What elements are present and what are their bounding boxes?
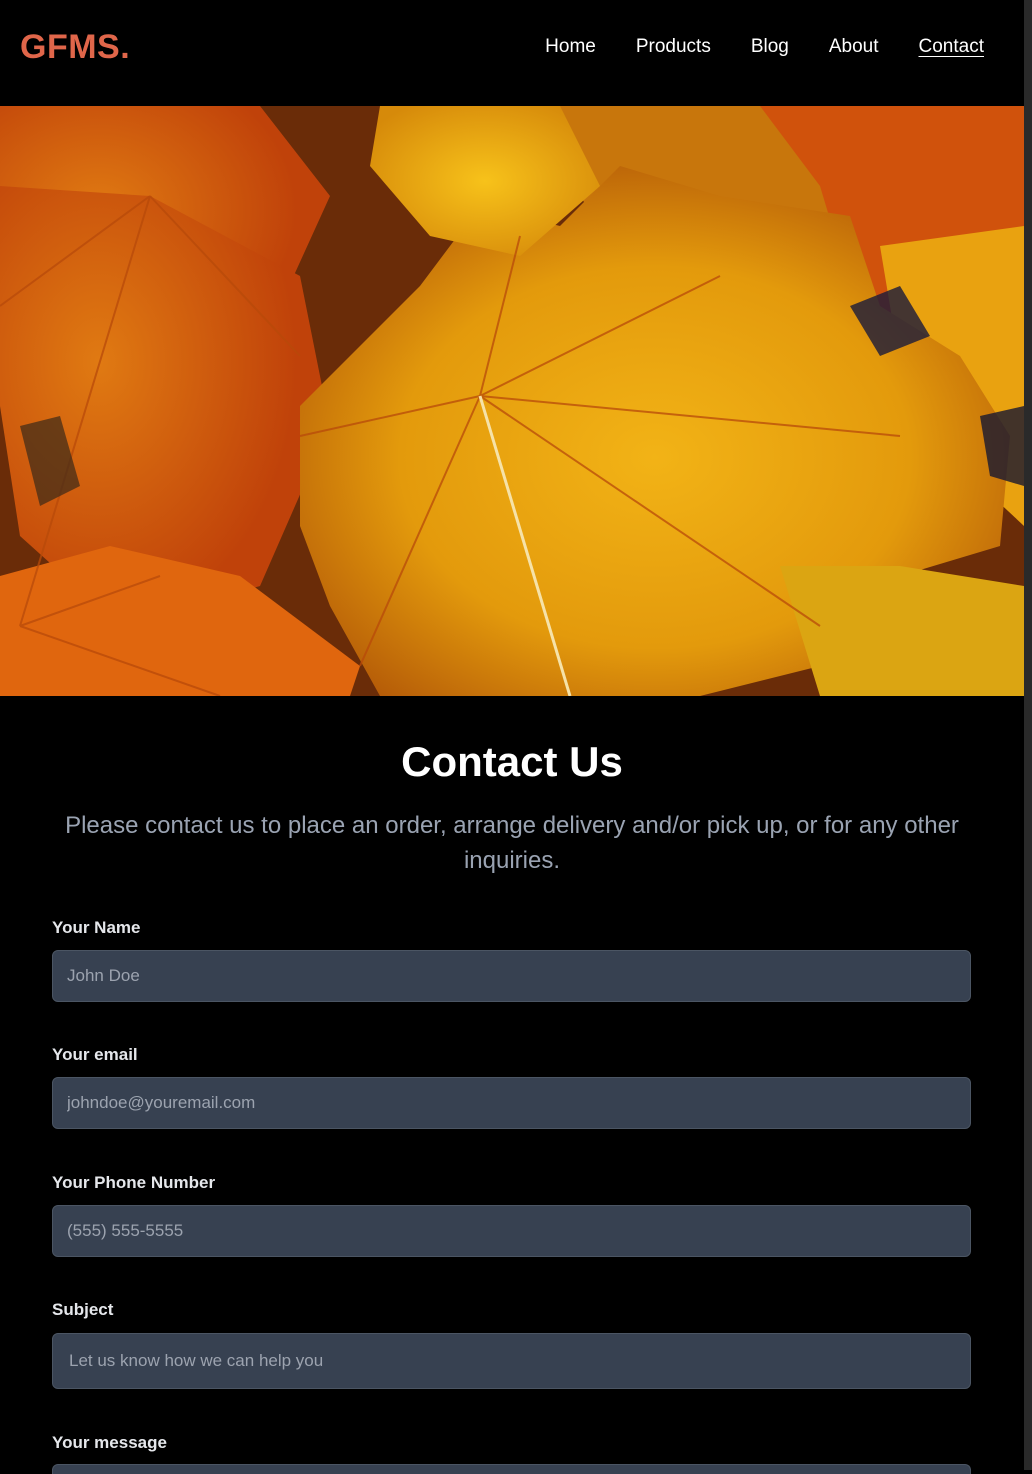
phone-label: Your Phone Number: [52, 1173, 216, 1192]
main-nav: Home Products Blog About Contact: [545, 36, 984, 58]
hero-image: [0, 106, 1024, 696]
nav-products-link[interactable]: Products: [636, 36, 711, 58]
page-scrollbar[interactable]: [1024, 0, 1032, 1470]
nav-about-link[interactable]: About: [829, 36, 879, 58]
brand-logo[interactable]: GFMS.: [20, 28, 130, 67]
site-header: GFMS. Home Products Blog About Contact: [0, 0, 1024, 106]
page-title: Contact Us: [401, 738, 623, 785]
nav-blog-link[interactable]: Blog: [751, 36, 789, 58]
nav-contact-link[interactable]: Contact: [919, 36, 984, 58]
subject-label: Subject: [52, 1300, 114, 1319]
subject-input[interactable]: [52, 1333, 971, 1389]
message-textarea[interactable]: [52, 1464, 971, 1474]
autumn-leaves-illustration: [0, 106, 1024, 696]
name-input[interactable]: [52, 950, 971, 1002]
nav-home-link[interactable]: Home: [545, 36, 596, 58]
contact-intro: Please contact us to place an order, arr…: [65, 812, 959, 874]
phone-input[interactable]: [52, 1205, 971, 1257]
name-label: Your Name: [52, 918, 141, 937]
email-label: Your email: [52, 1045, 138, 1064]
message-label: Your message: [52, 1433, 167, 1452]
email-input[interactable]: [52, 1077, 971, 1129]
